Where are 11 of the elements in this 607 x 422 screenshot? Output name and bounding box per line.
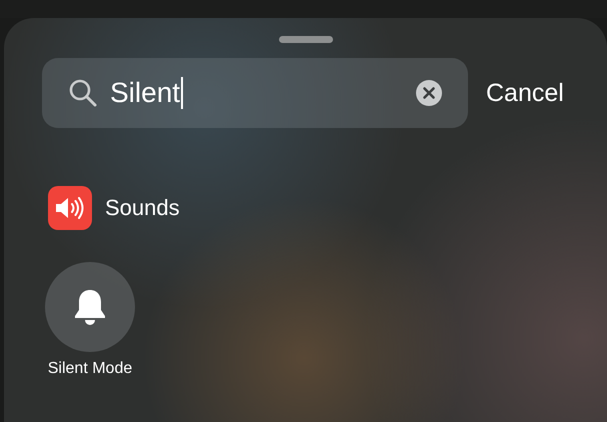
bell-icon: [72, 288, 108, 326]
search-icon: [68, 78, 98, 108]
result-label[interactable]: Sounds: [105, 195, 180, 221]
grabber-handle[interactable]: [278, 36, 332, 43]
speaker-icon[interactable]: [48, 186, 92, 230]
search-text: Silent: [110, 77, 180, 109]
text-cursor: [181, 77, 184, 109]
clear-icon[interactable]: [416, 80, 442, 106]
control-label: Silent Mode: [48, 360, 132, 378]
cancel-button[interactable]: Cancel: [486, 78, 564, 108]
search-field[interactable]: Silent: [42, 58, 468, 128]
